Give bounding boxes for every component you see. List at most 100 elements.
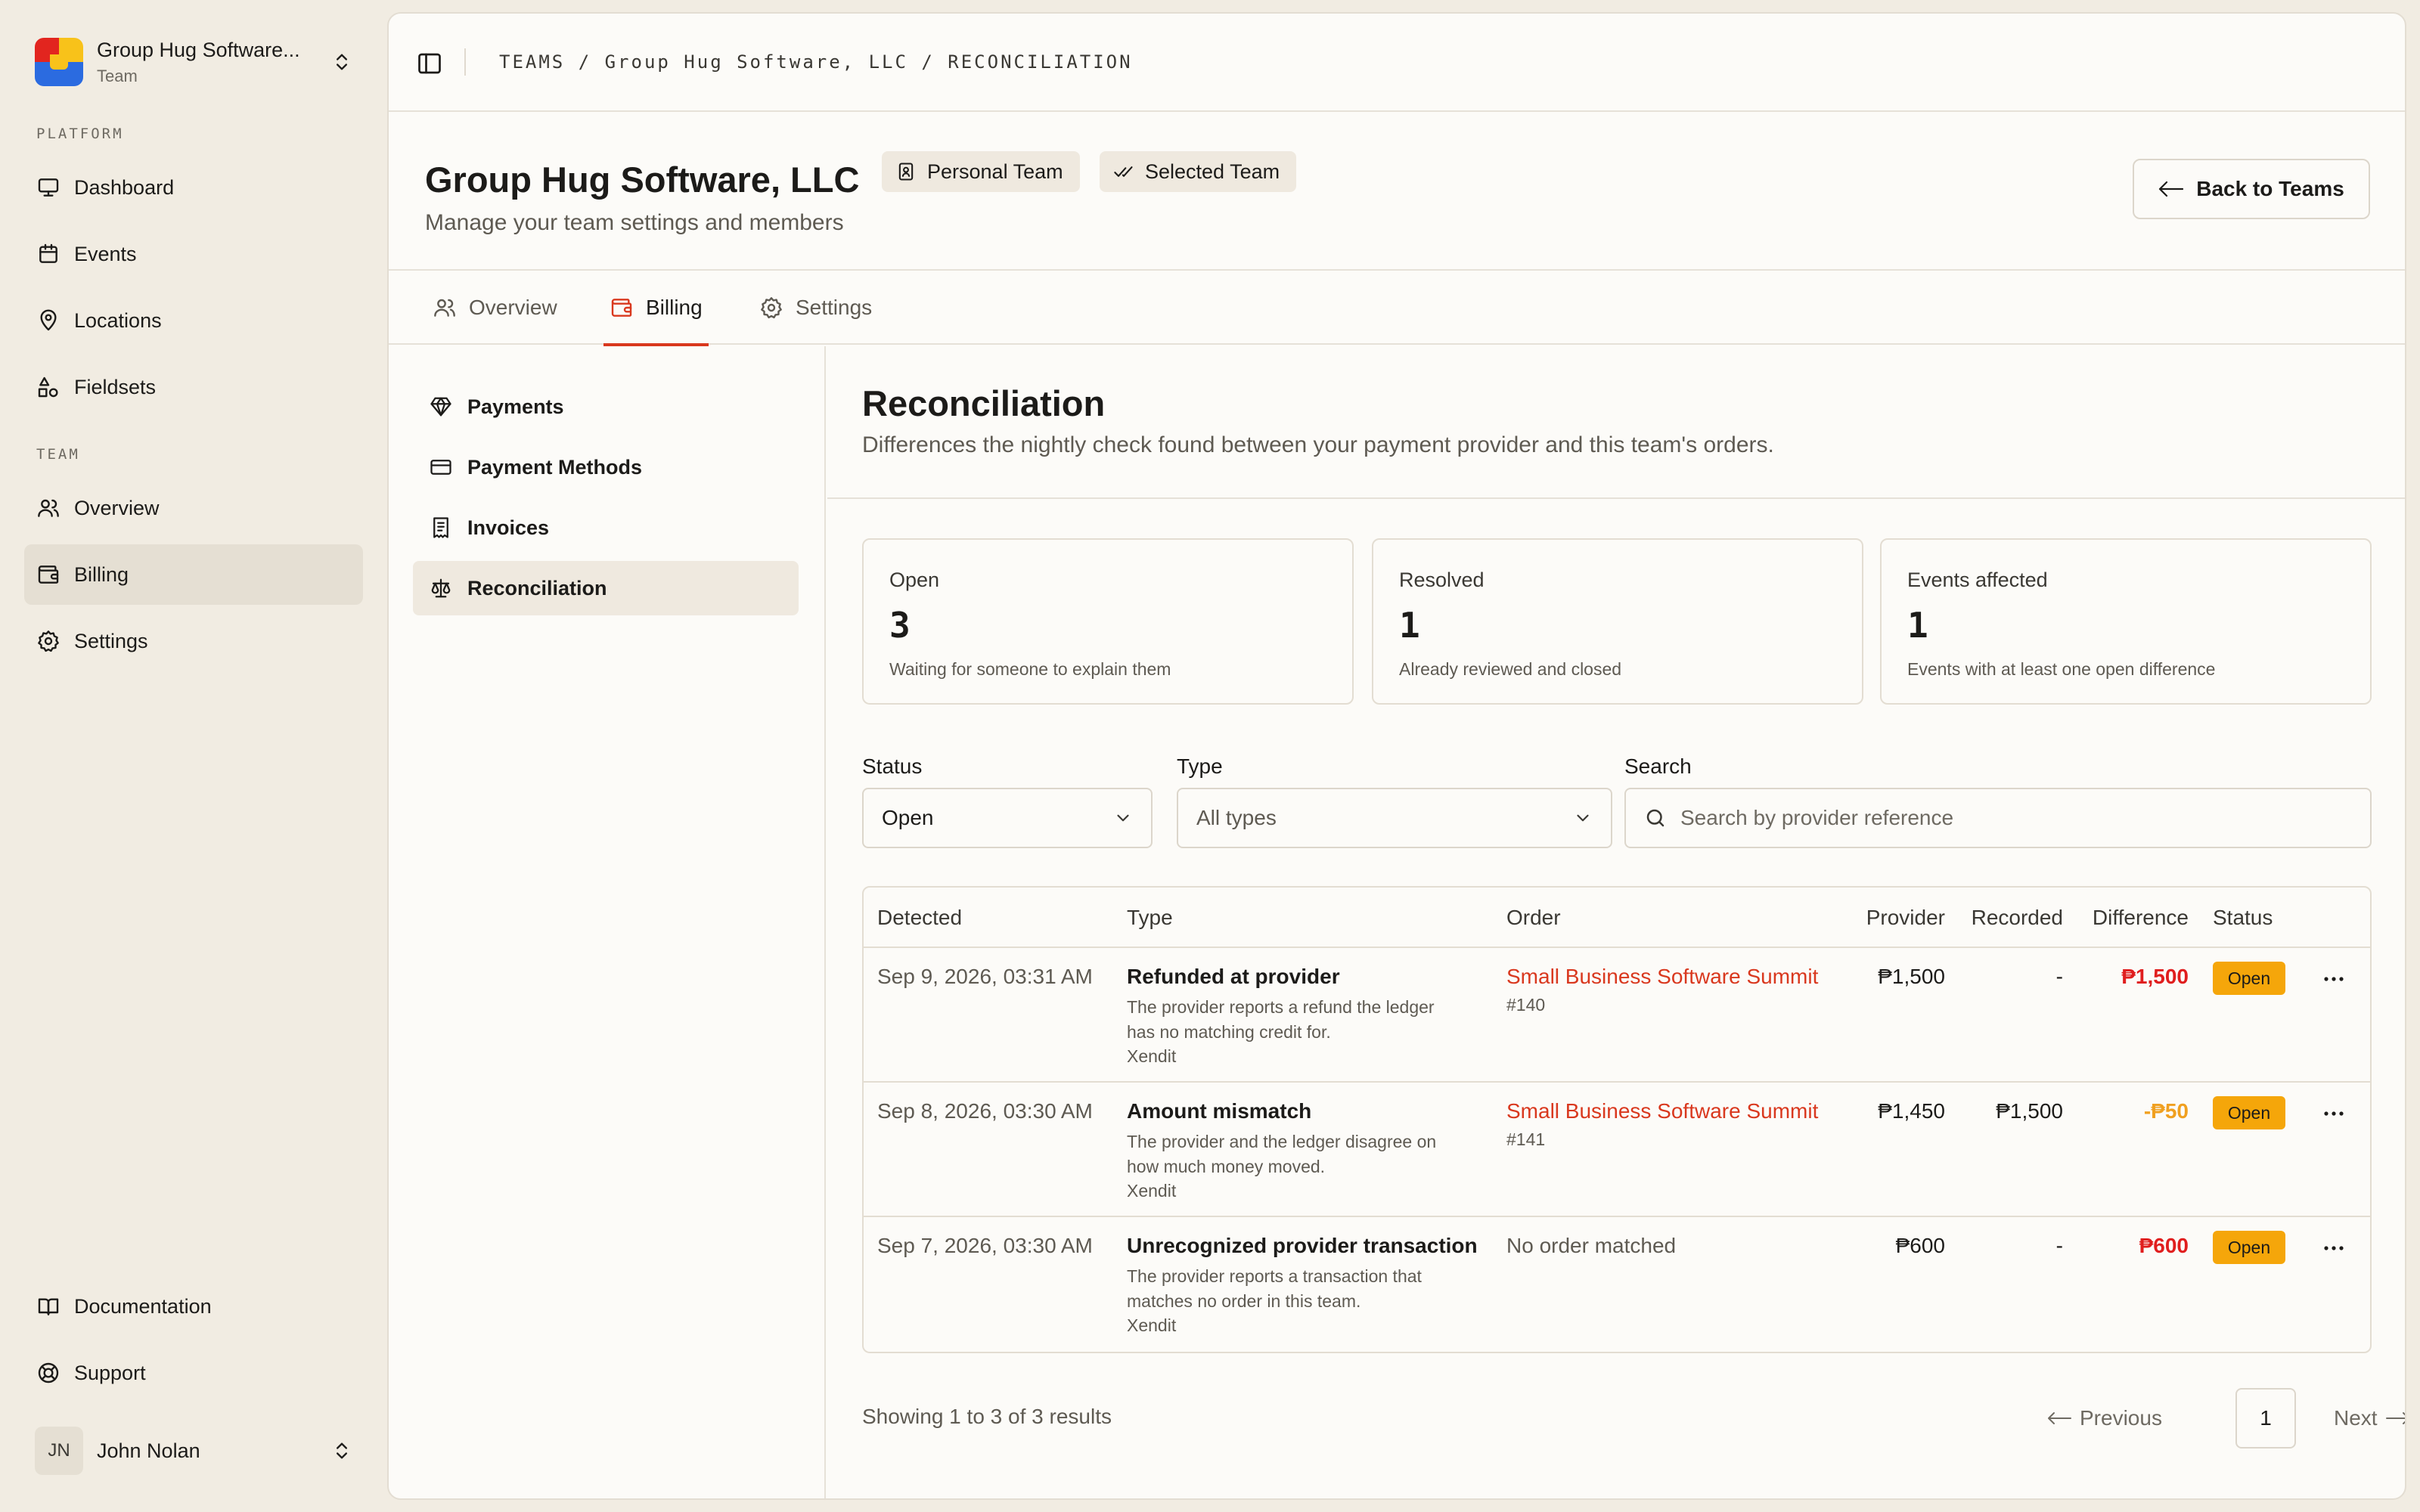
previous-page-button[interactable]: Previous — [2046, 1388, 2162, 1448]
subnav-item-invoices[interactable]: Invoices — [413, 500, 799, 555]
row-actions-button[interactable] — [2319, 968, 2349, 990]
provider-name: Xendit — [1127, 1181, 1177, 1201]
provider-amount: ₱1,500 — [1878, 965, 1945, 988]
id-badge-icon — [898, 163, 914, 181]
tab-billing[interactable]: Billing — [603, 271, 709, 346]
search-field[interactable] — [1624, 788, 2372, 848]
sidebar-item-support[interactable]: Support — [24, 1343, 363, 1403]
page-subtitle: Manage your team settings and members — [425, 210, 844, 235]
detected-cell: Sep 7, 2026, 03:30 AM — [877, 1234, 1093, 1257]
table-row[interactable]: Sep 9, 2026, 03:31 AM Refunded at provid… — [864, 948, 2370, 1083]
search-input[interactable] — [1680, 806, 2352, 830]
stat-note: Waiting for someone to explain them — [889, 659, 1171, 679]
badge-label: Personal Team — [927, 160, 1063, 183]
difference-amount: ₱600 — [2139, 1234, 2189, 1257]
status-select[interactable]: Open — [862, 788, 1153, 848]
order-link[interactable]: Small Business Software Summit — [1506, 1099, 1818, 1123]
difference-amount: ₱1,500 — [2121, 965, 2189, 988]
sidebar-item-billing[interactable]: Billing — [24, 544, 363, 605]
table-row[interactable]: Sep 8, 2026, 03:30 AM Amount mismatch Th… — [864, 1083, 2370, 1217]
team-switcher[interactable]: Group Hug Software... Team — [35, 33, 352, 91]
provider-amount: ₱1,450 — [1878, 1099, 1945, 1123]
status-badge: Open — [2213, 1096, 2285, 1129]
type-description: The provider and the ledger disagree on … — [1127, 1132, 1437, 1176]
more-horizontal-icon — [2324, 977, 2344, 981]
subnav-item-reconciliation[interactable]: Reconciliation — [413, 561, 799, 615]
column-header-order: Order — [1506, 906, 1561, 929]
row-actions-button[interactable] — [2319, 1237, 2349, 1259]
topbar: TEAMS / Group Hug Software, LLC / RECONC… — [389, 14, 2405, 112]
order-number: #140 — [1506, 995, 1546, 1015]
table-row[interactable]: Sep 7, 2026, 03:30 AM Unrecognized provi… — [864, 1217, 2370, 1352]
column-header-provider: Provider — [1866, 906, 1945, 929]
subnav-label: Invoices — [467, 516, 550, 539]
gear-icon — [761, 297, 782, 319]
chevron-down-icon — [1577, 814, 1589, 822]
status-filter-label: Status — [862, 754, 923, 778]
sidebar-item-overview[interactable]: Overview — [24, 478, 363, 538]
subnav-label: Reconciliation — [467, 576, 607, 600]
team-role: Team — [97, 66, 138, 85]
sidebar-item-documentation[interactable]: Documentation — [24, 1276, 363, 1337]
column-header-status: Status — [2213, 906, 2273, 929]
selected-team-badge: Selected Team — [1100, 151, 1297, 192]
back-to-teams-button[interactable]: Back to Teams — [2133, 159, 2370, 219]
next-page-button[interactable]: Next — [2334, 1388, 2405, 1448]
subnav-item-payments[interactable]: Payments — [413, 380, 799, 434]
page-number-button[interactable]: 1 — [2235, 1388, 2296, 1448]
sidebar-item-events[interactable]: Events — [24, 224, 363, 284]
type-description: The provider reports a transaction that … — [1127, 1266, 1422, 1311]
type-cell: Amount mismatch — [1127, 1099, 1312, 1123]
users-icon — [434, 299, 455, 317]
reconciliation-table: Detected Type Order Provider Recorded Di… — [862, 886, 2372, 1353]
sidebar-toggle-icon[interactable] — [416, 50, 443, 77]
double-check-icon — [1114, 166, 1133, 177]
section-description: Differences the nightly check found betw… — [862, 432, 1774, 457]
book-icon — [38, 1298, 59, 1315]
status-select-value: Open — [882, 806, 934, 829]
tab-label: Billing — [646, 296, 703, 319]
tab-overview[interactable]: Overview — [427, 271, 563, 345]
type-cell: Refunded at provider — [1127, 965, 1340, 988]
users-icon — [38, 499, 59, 517]
team-name: Group Hug Software... — [97, 38, 300, 61]
user-menu[interactable]: JN John Nolan — [35, 1426, 352, 1476]
sidebar-item-label: Overview — [74, 496, 160, 519]
team-section-label: TEAM — [36, 446, 80, 463]
recorded-amount: - — [2055, 965, 2063, 988]
type-select[interactable]: All types — [1177, 788, 1612, 848]
sidebar-item-label: Documentation — [74, 1294, 212, 1318]
type-filter-label: Type — [1177, 754, 1223, 778]
column-header-type: Type — [1127, 906, 1173, 929]
tab-label: Overview — [469, 296, 557, 319]
type-description: The provider reports a refund the ledger… — [1127, 997, 1435, 1042]
stat-label: Open — [889, 569, 940, 591]
sidebar-item-dashboard[interactable]: Dashboard — [24, 157, 363, 218]
personal-team-badge: Personal Team — [882, 151, 1080, 192]
main-panel: TEAMS / Group Hug Software, LLC / RECONC… — [387, 12, 2406, 1500]
team-logo — [35, 38, 83, 86]
row-actions-button[interactable] — [2319, 1102, 2349, 1125]
shapes-icon — [38, 376, 58, 398]
page-title: Group Hug Software, LLC — [425, 160, 860, 200]
sidebar-item-label: Locations — [74, 308, 162, 332]
receipt-icon — [433, 517, 448, 538]
platform-section-label: PLATFORM — [36, 125, 124, 142]
sidebar-item-locations[interactable]: Locations — [24, 290, 363, 351]
tab-label: Settings — [796, 296, 873, 319]
sidebar-item-settings[interactable]: Settings — [24, 611, 363, 671]
toolbar-divider — [464, 48, 466, 76]
provider-name: Xendit — [1127, 1315, 1177, 1335]
tab-bar: Overview Billing Settings — [389, 271, 2405, 346]
stat-card-resolved: Resolved 1 Already reviewed and closed — [1372, 538, 1863, 705]
stat-card-open: Open 3 Waiting for someone to explain th… — [862, 538, 1354, 705]
order-link[interactable]: Small Business Software Summit — [1506, 965, 1818, 989]
sidebar-item-label: Settings — [74, 629, 148, 652]
lifebuoy-icon — [38, 1362, 59, 1383]
tab-settings[interactable]: Settings — [753, 271, 878, 345]
subnav-item-payment-methods[interactable]: Payment Methods — [413, 440, 799, 494]
sidebar-item-fieldsets[interactable]: Fieldsets — [24, 357, 363, 417]
chevron-up-down-icon — [337, 54, 347, 70]
more-horizontal-icon — [2324, 1111, 2344, 1116]
column-header-detected: Detected — [877, 906, 963, 929]
